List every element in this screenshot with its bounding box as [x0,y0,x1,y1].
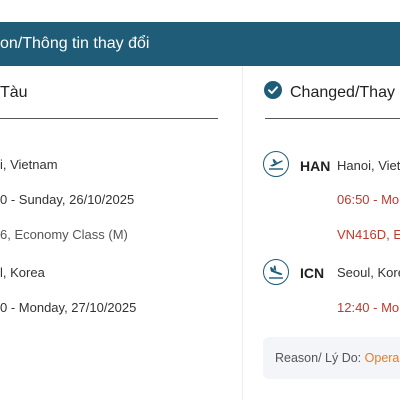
changed-departure-city: Hanoi, Viet [337,158,400,173]
original-title-underline [0,118,218,119]
changed-arrival-time: 12:40 - Mor [337,300,400,315]
plane-landing-icon [263,259,289,285]
check-circle-icon [264,81,282,99]
original-section-title: Tàu [0,84,28,101]
plane-takeoff-icon [263,151,289,177]
change-reason-box: Reason/ Lý Do: Opera [263,337,400,379]
header-title: on/Thông tin thay đổi [0,35,150,52]
reason-label: Reason/ Lý Do: [275,351,365,365]
original-flight-info: 6, Economy Class (M) [0,227,128,242]
changed-departure-code: HAN [300,158,331,174]
changed-flight-info: VN416D, E [337,227,400,242]
changed-title-underline [265,118,400,119]
reason-value: Opera [364,351,400,365]
original-departure-datetime: 0 - Sunday, 26/10/2025 [0,192,135,207]
changed-section-title: Changed/Thay [290,84,395,101]
change-info-header: on/Thông tin thay đổi [0,22,400,66]
original-arrival-datetime: 0 - Monday, 27/10/2025 [0,300,137,315]
original-departure-city: i, Vietnam [0,157,58,172]
original-arrival-city: l, Korea [0,265,45,280]
changed-itinerary-panel: Changed/Thay HAN Hanoi, Viet 06:50 - Mon… [243,66,400,400]
changed-departure-time: 06:50 - Mon [337,192,400,207]
top-strip [0,0,400,22]
changed-arrival-code: ICN [300,265,325,281]
changed-arrival-city: Seoul, Kore [337,265,400,280]
original-itinerary-panel: Tàu i, Vietnam 0 - Sunday, 26/10/2025 6,… [0,66,242,400]
